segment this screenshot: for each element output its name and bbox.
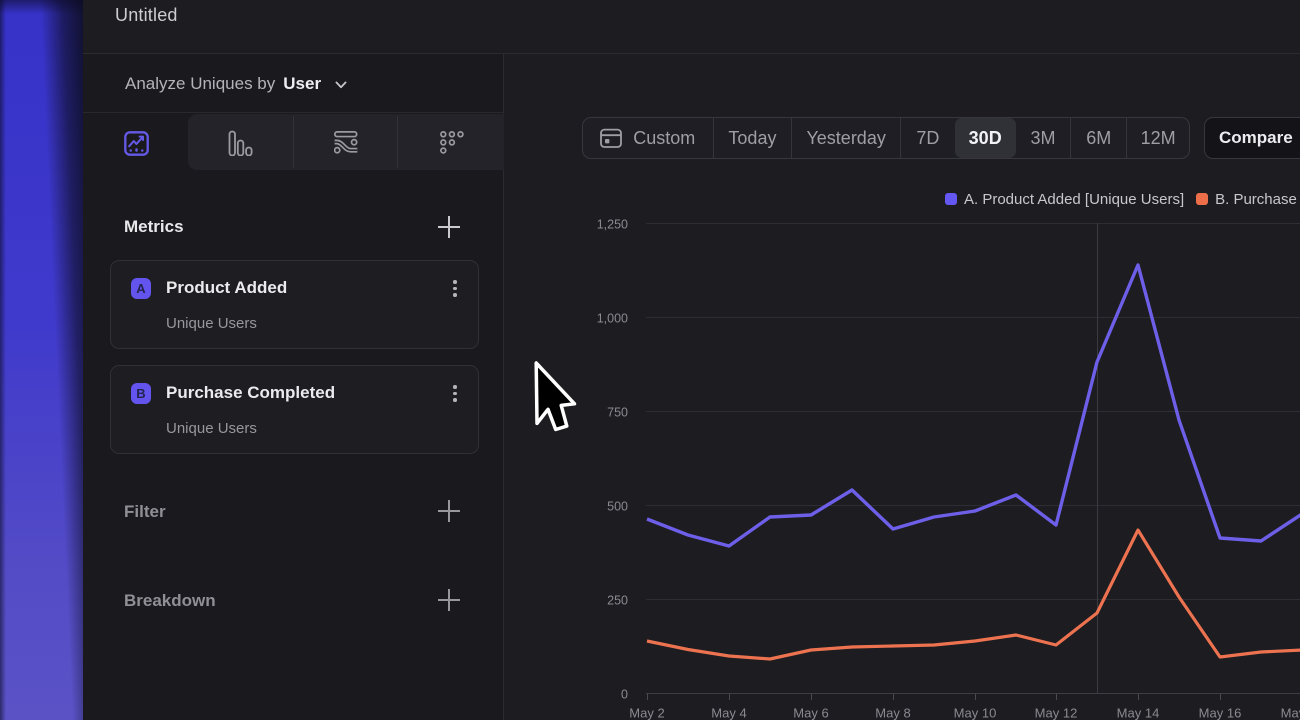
svg-text:May 6: May 6 xyxy=(793,706,828,720)
svg-text:1,000: 1,000 xyxy=(597,312,628,326)
svg-text:May 12: May 12 xyxy=(1035,706,1078,720)
svg-text:250: 250 xyxy=(607,594,628,608)
svg-text:May 16: May 16 xyxy=(1199,706,1242,720)
svg-text:May 14: May 14 xyxy=(1117,706,1160,720)
svg-text:0: 0 xyxy=(621,688,628,702)
svg-text:500: 500 xyxy=(607,500,628,514)
svg-text:May 2: May 2 xyxy=(629,706,664,720)
svg-text:750: 750 xyxy=(607,406,628,420)
svg-text:May 8: May 8 xyxy=(875,706,910,720)
svg-text:1,250: 1,250 xyxy=(597,218,628,232)
svg-text:May 18: May 18 xyxy=(1281,706,1300,720)
svg-text:May 4: May 4 xyxy=(711,706,746,720)
svg-text:May 10: May 10 xyxy=(954,706,997,720)
